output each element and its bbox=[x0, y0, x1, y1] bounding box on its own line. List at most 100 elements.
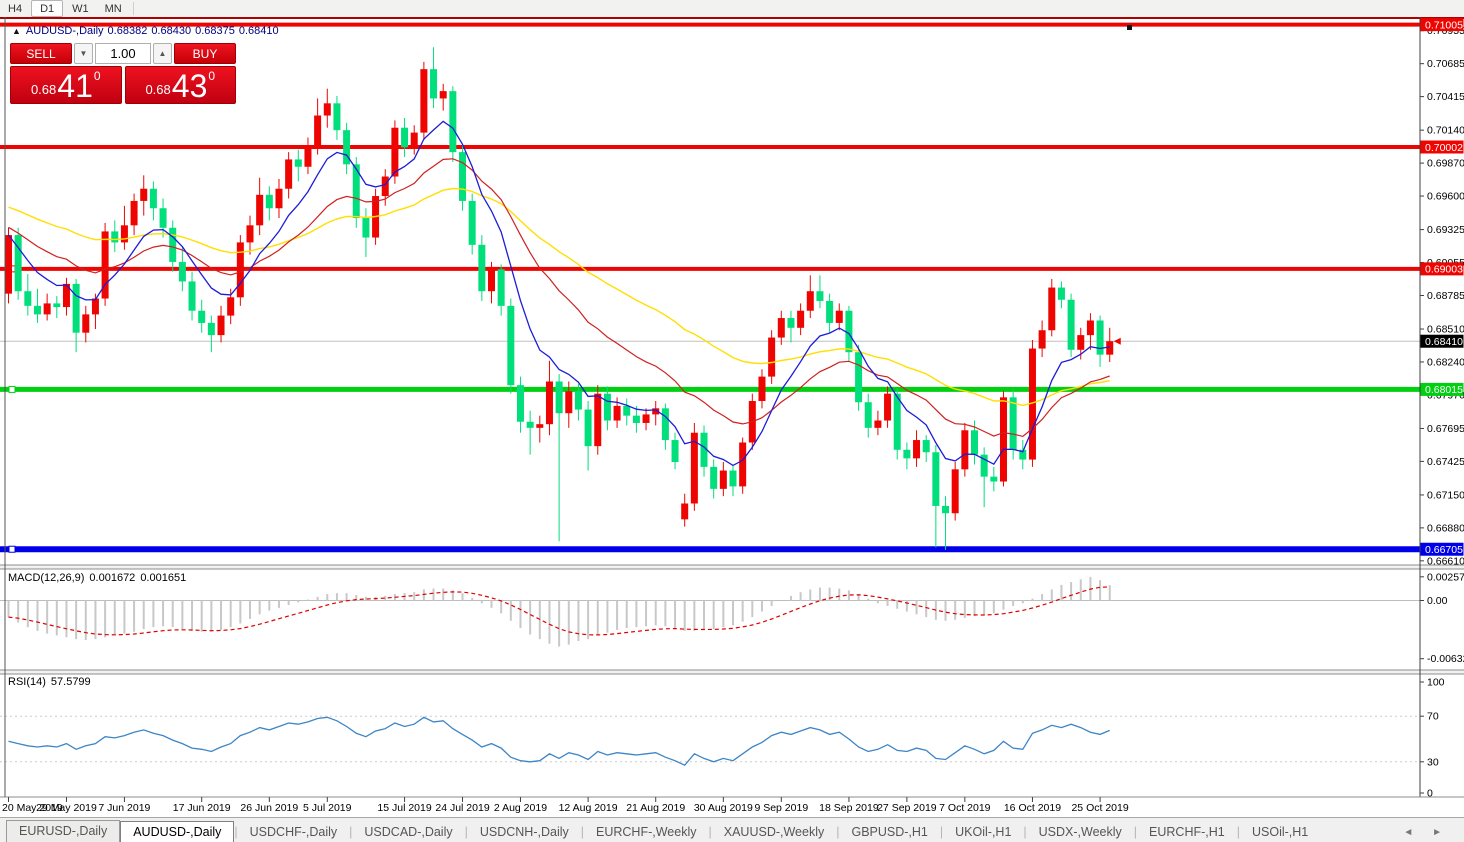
date-label: 21 Aug 2019 bbox=[626, 802, 685, 814]
candle-body bbox=[218, 316, 225, 336]
macd-tick-label: 0.00 bbox=[1427, 595, 1448, 607]
volume-increase-button[interactable]: ▲ bbox=[153, 43, 172, 64]
macd-name: MACD(12,26,9) bbox=[8, 572, 84, 584]
candle-body bbox=[913, 440, 920, 458]
one-click-trading-panel: SELL ▼ 1.00 ▲ BUY 0.68410 0.68430 bbox=[10, 43, 236, 104]
candle-body bbox=[614, 406, 621, 421]
timeframe-button-H4[interactable]: H4 bbox=[0, 0, 30, 17]
candles-layer bbox=[5, 47, 1113, 550]
candle-body bbox=[1000, 397, 1007, 481]
price-tick-label: 0.68510 bbox=[1427, 324, 1464, 336]
chart-symbol-label: AUDUSD-,Daily bbox=[26, 25, 104, 37]
tab-xauusd-weekly[interactable]: XAUUSD-,Weekly bbox=[712, 822, 836, 842]
price-tick-label: 0.70140 bbox=[1427, 125, 1464, 137]
volume-input[interactable]: 1.00 bbox=[95, 43, 151, 64]
candle-body bbox=[459, 152, 466, 201]
price-tag-current: 0.68410 bbox=[1421, 335, 1464, 348]
price-tag-level: 0.66705 bbox=[1421, 543, 1464, 556]
tab-usdchf-daily[interactable]: USDCHF-,Daily bbox=[238, 822, 350, 842]
price-chart-canvas[interactable]: 0.709550.706850.704150.701400.698700.696… bbox=[0, 17, 1464, 817]
tab-ukoil-h1[interactable]: UKOil-,H1 bbox=[943, 822, 1023, 842]
rsi-tick-label: 0 bbox=[1427, 788, 1433, 800]
macd-signal-value: 0.001651 bbox=[140, 572, 186, 584]
date-label: 24 Jul 2019 bbox=[435, 802, 489, 814]
candle-body bbox=[478, 245, 485, 291]
tab-usdcad-daily[interactable]: USDCAD-,Daily bbox=[352, 822, 464, 842]
tab-gbpusd-h1[interactable]: GBPUSD-,H1 bbox=[839, 822, 939, 842]
candle-body bbox=[44, 303, 51, 314]
date-label: 17 Jun 2019 bbox=[173, 802, 231, 814]
candle-body bbox=[275, 189, 282, 209]
price-tick-label: 0.70685 bbox=[1427, 58, 1464, 70]
candle-body bbox=[758, 377, 765, 401]
tab-usdx-weekly[interactable]: USDX-,Weekly bbox=[1027, 822, 1134, 842]
candle-body bbox=[1039, 330, 1046, 348]
date-label: 18 Sep 2019 bbox=[819, 802, 879, 814]
volume-decrease-button[interactable]: ▼ bbox=[74, 43, 93, 64]
candle-body bbox=[565, 391, 572, 413]
candle-body bbox=[208, 323, 215, 335]
candle-body bbox=[179, 262, 186, 282]
candle-body bbox=[874, 421, 881, 428]
timeframe-button-W1[interactable]: W1 bbox=[64, 0, 97, 17]
price-tag-level-text: 0.66705 bbox=[1425, 544, 1463, 556]
price-tick-label: 0.68785 bbox=[1427, 290, 1464, 302]
candle-body bbox=[575, 391, 582, 409]
candle-body bbox=[401, 128, 408, 148]
candle-body bbox=[411, 133, 418, 148]
candle-body bbox=[807, 291, 814, 311]
timeframe-button-MN[interactable]: MN bbox=[97, 0, 130, 17]
candle-body bbox=[449, 91, 456, 152]
candle-body bbox=[295, 159, 302, 166]
candle-body bbox=[952, 469, 959, 513]
candle-body bbox=[894, 394, 901, 450]
candle-body bbox=[237, 242, 244, 297]
candle-body bbox=[662, 408, 669, 440]
macd-indicator-label: MACD(12,26,9)0.0016720.001651 bbox=[8, 572, 191, 584]
candle-body bbox=[198, 311, 205, 323]
candle-body bbox=[1048, 288, 1055, 331]
tab-audusd-daily[interactable]: AUDUSD-,Daily bbox=[120, 821, 234, 842]
tab-usdcnh-daily[interactable]: USDCNH-,Daily bbox=[468, 822, 581, 842]
symbol-tab-bar: EURUSD-,DailyAUDUSD-,Daily|USDCHF-,Daily… bbox=[0, 817, 1464, 842]
candle-body bbox=[633, 416, 640, 423]
rsi-line bbox=[9, 717, 1110, 765]
candle-body bbox=[488, 269, 495, 291]
tab-usoil-h1[interactable]: USOil-,H1 bbox=[1240, 822, 1320, 842]
date-label: 27 Sep 2019 bbox=[877, 802, 937, 814]
price-tick-label: 0.66610 bbox=[1427, 555, 1464, 567]
candle-body bbox=[923, 440, 930, 452]
tab-eurchf-h1[interactable]: EURCHF-,H1 bbox=[1137, 822, 1237, 842]
macd-histogram bbox=[9, 577, 1110, 647]
candle-body bbox=[247, 225, 254, 242]
date-label: 26 Jun 2019 bbox=[240, 802, 298, 814]
timeframe-button-D1[interactable]: D1 bbox=[31, 0, 63, 17]
candle-body bbox=[304, 146, 311, 167]
candle-body bbox=[556, 381, 563, 413]
candle-body bbox=[855, 352, 862, 402]
candle-body bbox=[382, 177, 389, 197]
chart-window: 0.709550.706850.704150.701400.698700.696… bbox=[0, 17, 1464, 817]
buy-button[interactable]: BUY bbox=[174, 43, 236, 64]
tab-eurchf-weekly[interactable]: EURCHF-,Weekly bbox=[584, 822, 708, 842]
sell-button[interactable]: SELL bbox=[10, 43, 72, 64]
candle-body bbox=[778, 318, 785, 338]
line-selection-marker bbox=[9, 546, 15, 552]
quote-close: 0.68410 bbox=[239, 25, 279, 37]
tab-scroll-arrows[interactable]: ◄ ► bbox=[1403, 827, 1464, 842]
candle-body bbox=[169, 228, 176, 262]
candle-body bbox=[333, 103, 340, 130]
candle-body bbox=[768, 338, 775, 377]
price-tag-level-text: 0.70002 bbox=[1425, 142, 1463, 154]
ask-price-display[interactable]: 0.68430 bbox=[125, 66, 237, 104]
candle-body bbox=[836, 311, 843, 323]
date-label: 15 Jul 2019 bbox=[377, 802, 431, 814]
macd-tick-label: 0.002574 bbox=[1427, 571, 1464, 583]
ma-line-slow-yellow bbox=[9, 189, 1110, 406]
candle-body bbox=[1077, 335, 1084, 350]
candle-body bbox=[903, 450, 910, 459]
tab-eurusd-daily[interactable]: EURUSD-,Daily bbox=[6, 820, 120, 842]
bid-price-prefix: 0.68 bbox=[31, 82, 56, 97]
collapse-triangle-icon[interactable]: ▲ bbox=[12, 26, 21, 36]
bid-price-display[interactable]: 0.68410 bbox=[10, 66, 122, 104]
